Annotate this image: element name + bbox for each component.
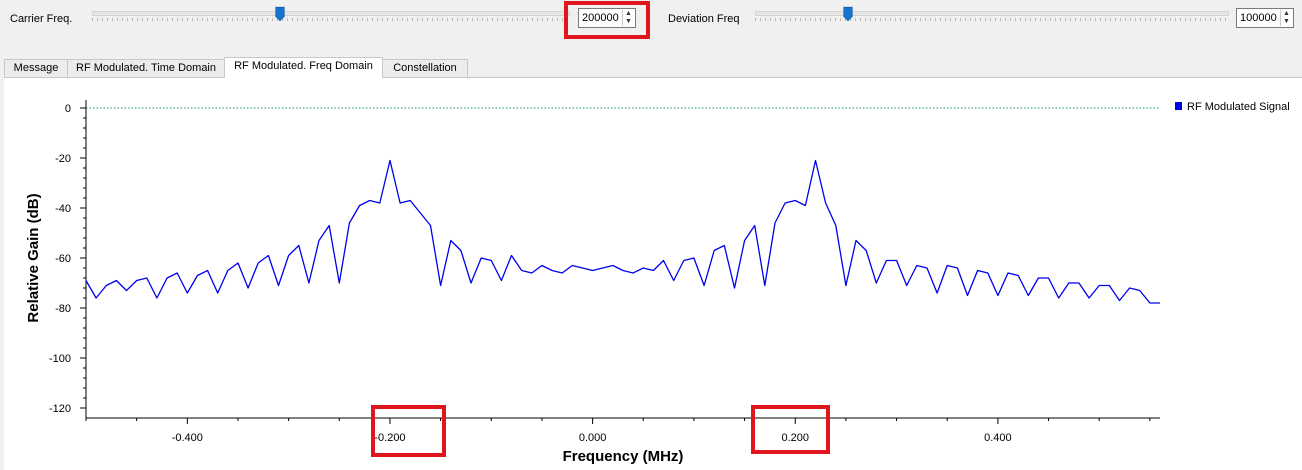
x-axis-label: Frequency (MHz) — [563, 448, 684, 465]
legend: RF Modulated Signal — [1175, 101, 1290, 113]
legend-swatch — [1175, 102, 1182, 110]
y-tick-label: -40 — [55, 203, 71, 215]
highlight-box-tick-neg — [371, 405, 446, 457]
x-axis: -0.400 -0.200 0.000 0.200 0.400 — [85, 417, 1160, 444]
y-tick-label: -100 — [49, 353, 71, 365]
y-tick-label: -120 — [49, 403, 71, 415]
highlight-box-tick-pos — [751, 405, 830, 454]
y-tick-label: -80 — [55, 303, 71, 315]
x-tick-label: -0.400 — [172, 432, 203, 444]
y-tick-label: 0 — [65, 103, 71, 115]
x-tick-label: 0.000 — [579, 432, 607, 444]
y-tick-label: -60 — [55, 253, 71, 265]
plot-curves — [85, 107, 1160, 304]
legend-label: RF Modulated Signal — [1187, 101, 1290, 113]
y-axis: 0 -20 -40 -60 -80 -100 -120 — [49, 100, 87, 418]
spectrum-plot[interactable]: 0 -20 -40 -60 -80 -100 -120 -0.400 -0.200 0.000 0… — [0, 0, 1302, 469]
y-tick-label: -20 — [55, 153, 71, 165]
series-line-rf-modulated-signal — [85, 159, 1160, 304]
y-axis-label: Relative Gain (dB) — [25, 193, 42, 322]
x-tick-label: 0.400 — [984, 432, 1012, 444]
tab-rf-freq-domain[interactable]: RF Modulated. Freq Domain — [224, 57, 383, 78]
